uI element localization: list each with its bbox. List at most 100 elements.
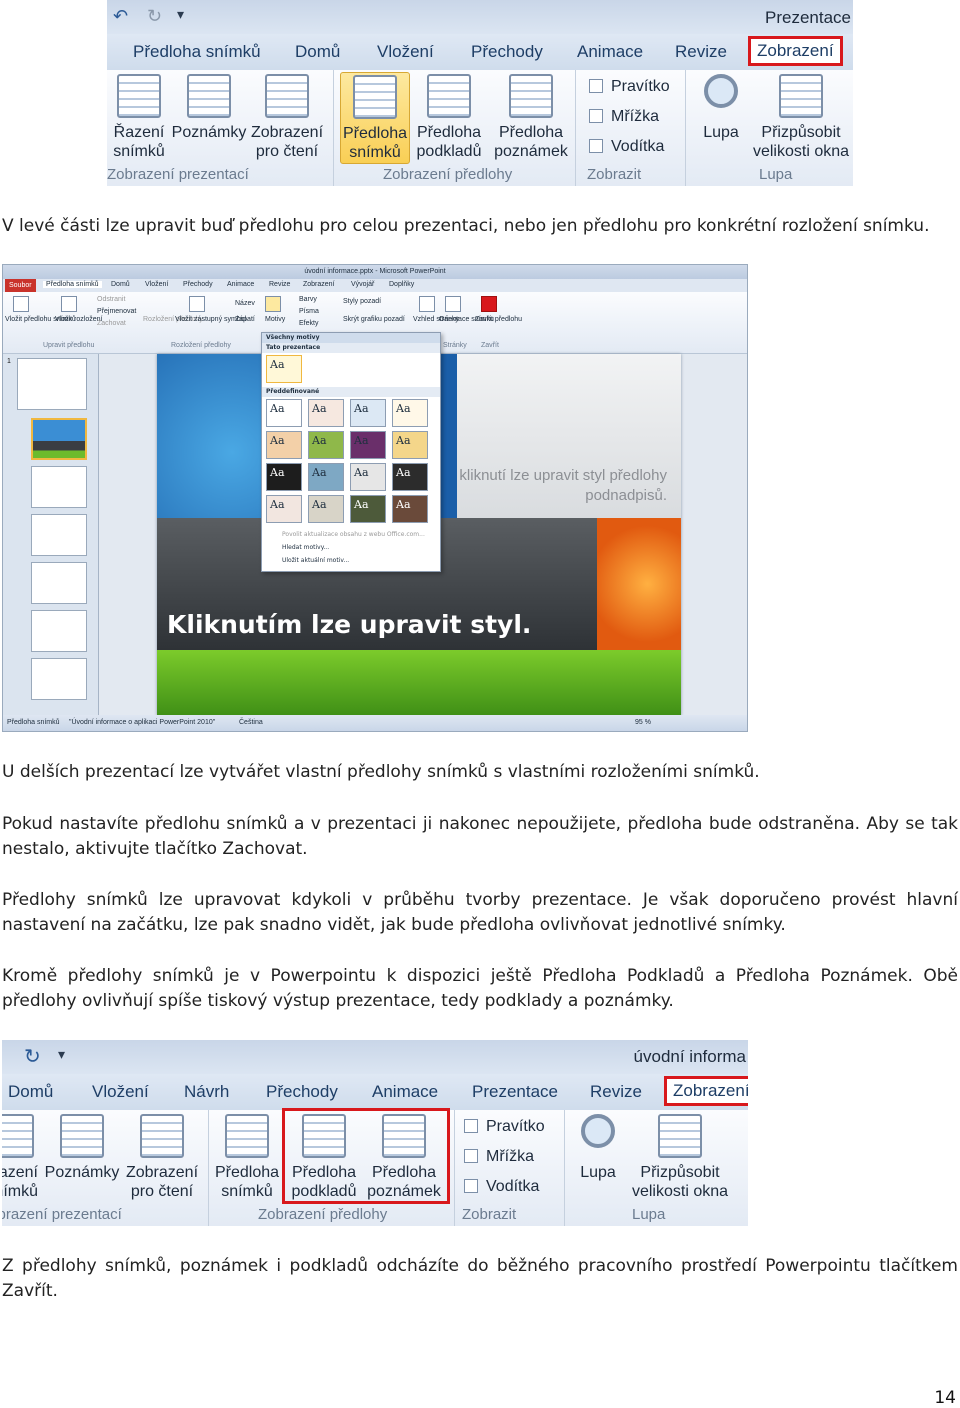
tab-review[interactable]: Revize xyxy=(269,281,290,288)
tab-view[interactable]: Zobrazení xyxy=(303,281,335,288)
paragraph: Z předlohy snímků, poznámek i podkladů o… xyxy=(2,1256,958,1301)
theme-swatch[interactable]: Aa xyxy=(350,399,386,427)
subtitle-placeholder[interactable]: kliknutí lze upravit styl předlohy podna… xyxy=(447,466,667,506)
theme-swatch[interactable]: Aa xyxy=(392,495,428,523)
zoom-level: 95 % xyxy=(635,719,651,726)
theme-swatch[interactable]: Aa xyxy=(350,495,386,523)
footers-checkbox[interactable]: Zápatí xyxy=(235,316,255,323)
tab-animations[interactable]: Animace xyxy=(372,1082,438,1102)
tab-design[interactable]: Návrh xyxy=(184,1082,229,1102)
tab-home[interactable]: Domů xyxy=(8,1082,53,1102)
theme-swatch[interactable]: Aa xyxy=(392,463,428,491)
thumbnail-layout[interactable] xyxy=(31,658,87,700)
theme-swatch[interactable]: Aa xyxy=(392,431,428,459)
tab-review[interactable]: Revize xyxy=(675,42,727,62)
colors-button[interactable]: Barvy xyxy=(299,296,317,303)
notes-page-button[interactable]: Poznámky xyxy=(171,74,247,142)
zoom-button[interactable]: Lupa xyxy=(695,74,747,142)
tab-home[interactable]: Domů xyxy=(295,42,340,62)
handout-master-button[interactable]: Předloha podkladů xyxy=(413,74,485,161)
ruler-checkbox[interactable]: Pravítko xyxy=(464,1118,545,1136)
reading-view-button[interactable]: Zobrazení pro čtení xyxy=(122,1114,202,1201)
thumbnail-layout[interactable] xyxy=(31,466,87,508)
theme-swatch[interactable]: Aa xyxy=(266,399,302,427)
slide-master-button[interactable]: Předloha snímků xyxy=(340,72,410,164)
tab-insert[interactable]: Vložení xyxy=(92,1082,149,1102)
tab-animations[interactable]: Animace xyxy=(227,281,254,288)
reading-view-button[interactable]: Zobrazení pro čtení xyxy=(249,74,325,161)
fit-to-window-button[interactable]: Přizpůsobit velikosti okna xyxy=(626,1114,734,1201)
gridlines-checkbox[interactable]: Mřížka xyxy=(464,1148,534,1166)
tab-review[interactable]: Revize xyxy=(590,1082,642,1102)
theme-swatch[interactable]: Aa xyxy=(266,431,302,459)
tab-addins[interactable]: Doplňky xyxy=(389,281,414,288)
tab-view[interactable]: Zobrazení xyxy=(664,1076,748,1106)
title-checkbox[interactable]: Název xyxy=(235,300,255,307)
tab-animations[interactable]: Animace xyxy=(577,42,643,62)
theme-swatch[interactable]: Aa xyxy=(350,463,386,491)
theme-swatch[interactable]: Aa xyxy=(308,399,344,427)
status-theme: "Úvodní informace o aplikaci PowerPoint … xyxy=(69,719,216,726)
theme-swatch[interactable]: Aa xyxy=(392,399,428,427)
save-theme-item[interactable]: Uložit aktuální motiv... xyxy=(282,557,349,564)
theme-swatch[interactable]: Aa xyxy=(308,463,344,491)
notes-master-button[interactable]: Předloha poznámek xyxy=(491,74,571,161)
close-master-view-button[interactable]: Zavřít předlohu xyxy=(475,316,522,323)
slide-thumbnail-pane[interactable]: 1 xyxy=(3,354,99,716)
rename-button[interactable]: Přejmenovat xyxy=(97,308,136,315)
window-title: úvodní informa xyxy=(633,1047,746,1066)
tab-slide-master[interactable]: Předloha snímků xyxy=(133,42,261,62)
tab-home[interactable]: Domů xyxy=(111,281,130,288)
redo-icon[interactable]: ↻ xyxy=(147,6,162,27)
dropdown-filter[interactable]: Všechny motivy xyxy=(262,333,440,343)
insert-layout-button[interactable]: Vložit rozložení xyxy=(55,316,102,323)
thumbnail-master[interactable] xyxy=(17,358,87,410)
slide-sorter-button[interactable]: Řazení snímků xyxy=(2,1114,38,1201)
thumbnail-layout[interactable] xyxy=(31,514,87,556)
zoom-button[interactable]: Lupa xyxy=(572,1114,624,1182)
browse-themes-item[interactable]: Hledat motivy... xyxy=(282,544,329,551)
tab-transitions[interactable]: Přechody xyxy=(471,42,543,62)
guides-checkbox[interactable]: Vodítka xyxy=(589,138,664,156)
background-styles-button[interactable]: Styly pozadí xyxy=(343,298,381,305)
tab-insert[interactable]: Vložení xyxy=(377,42,434,62)
slide-master-button[interactable]: Předloha snímků xyxy=(214,1114,280,1201)
notes-page-button[interactable]: Poznámky xyxy=(44,1114,120,1182)
thumbnail-layout[interactable] xyxy=(31,562,87,604)
tab-slide-master[interactable]: Předloha snímků xyxy=(43,281,102,288)
title-placeholder[interactable]: Kliknutím lze upravit styl. xyxy=(167,610,531,639)
tab-view[interactable]: Zobrazení xyxy=(748,36,843,66)
effects-button[interactable]: Efekty xyxy=(299,320,318,327)
customize-qat-icon[interactable]: ▾ xyxy=(177,6,184,23)
thumbnail-layout[interactable] xyxy=(31,610,87,652)
tab-slide-show[interactable]: Prezentace xyxy=(472,1082,558,1102)
ruler-checkbox[interactable]: Pravítko xyxy=(589,78,670,96)
theme-swatch[interactable]: Aa xyxy=(308,495,344,523)
tab-file[interactable]: Soubor xyxy=(5,279,36,293)
slide-sorter-button[interactable]: Řazení snímků xyxy=(109,74,169,161)
tab-insert[interactable]: Vložení xyxy=(145,281,168,288)
theme-swatch[interactable]: Aa xyxy=(266,495,302,523)
theme-swatch[interactable]: Aa xyxy=(350,431,386,459)
themes-button[interactable]: Motivy xyxy=(265,316,285,323)
tab-transitions[interactable]: Přechody xyxy=(183,281,213,288)
fonts-button[interactable]: Písma xyxy=(299,308,319,315)
theme-swatch-current[interactable]: Aa xyxy=(266,355,302,383)
guides-checkbox[interactable]: Vodítka xyxy=(464,1178,539,1196)
tab-transitions[interactable]: Přechody xyxy=(266,1082,338,1102)
close-master-icon xyxy=(481,296,497,312)
theme-swatch[interactable]: Aa xyxy=(308,431,344,459)
checkbox-box xyxy=(464,1149,478,1163)
preserve-button[interactable]: Zachovat xyxy=(97,320,126,327)
thumbnail-layout[interactable] xyxy=(31,418,87,460)
undo-icon[interactable]: ↶ xyxy=(113,6,128,27)
hide-background-graphics-checkbox[interactable]: Skrýt grafiku pozadí xyxy=(343,316,405,323)
delete-button[interactable]: Odstranit xyxy=(97,296,125,303)
redo-icon[interactable]: ↻ xyxy=(24,1044,41,1069)
gridlines-checkbox[interactable]: Mřížka xyxy=(589,108,659,126)
customize-qat-icon[interactable]: ▾ xyxy=(58,1046,65,1063)
enable-office-updates-item[interactable]: Povolit aktualizace obsahu z webu Office… xyxy=(282,531,425,538)
theme-swatch[interactable]: Aa xyxy=(266,463,302,491)
fit-to-window-button[interactable]: Přizpůsobit velikosti okna xyxy=(749,74,853,161)
tab-developer[interactable]: Vývojář xyxy=(351,281,374,288)
